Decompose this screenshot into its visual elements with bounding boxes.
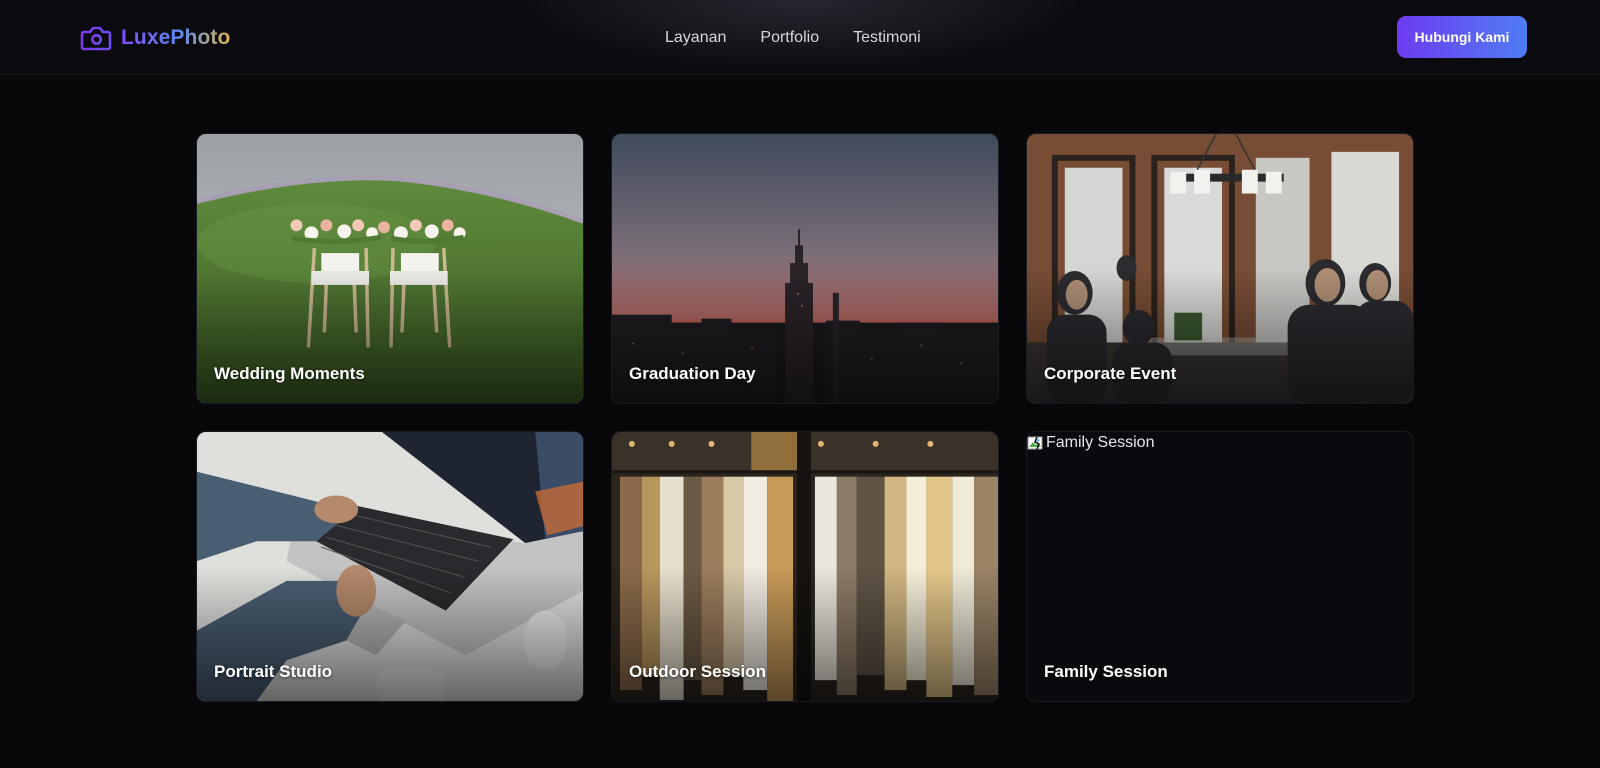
nav-link-portfolio[interactable]: Portfolio xyxy=(760,26,819,50)
brand-name: LuxePhoto xyxy=(121,26,231,49)
card-title: Wedding Moments xyxy=(214,364,365,383)
gallery-card-outdoor[interactable]: Outdoor Session xyxy=(611,431,999,702)
broken-image-icon xyxy=(1027,436,1043,450)
gallery-card-portrait[interactable]: Portrait Studio xyxy=(196,431,584,702)
card-title: Corporate Event xyxy=(1044,364,1177,383)
card-overlay xyxy=(612,134,998,403)
card-title: Graduation Day xyxy=(629,364,756,383)
card-overlay xyxy=(197,432,583,701)
navbar: LuxePhoto Layanan Portfolio Testimoni Hu… xyxy=(0,0,1600,75)
camera-icon xyxy=(80,26,112,51)
card-title: Family Session xyxy=(1044,662,1168,681)
gallery-card-family[interactable]: Family Session Family Session xyxy=(1026,431,1414,702)
nav-link-layanan[interactable]: Layanan xyxy=(665,26,726,50)
card-overlay xyxy=(612,432,998,701)
main-nav: Layanan Portfolio Testimoni xyxy=(665,26,921,50)
gallery-card-wedding[interactable]: Wedding Moments xyxy=(196,133,584,404)
brand-logo[interactable]: LuxePhoto xyxy=(80,23,230,53)
gallery-card-corporate[interactable]: Corporate Event xyxy=(1026,133,1414,404)
contact-button[interactable]: Hubungi Kami xyxy=(1397,16,1527,58)
portfolio-gallery: Wedding Moments Graduation Day Corporate… xyxy=(196,133,1414,702)
nav-link-testimoni[interactable]: Testimoni xyxy=(853,26,921,50)
card-overlay xyxy=(197,134,583,403)
card-title: Outdoor Session xyxy=(629,662,766,681)
card-title: Portrait Studio xyxy=(214,662,333,681)
broken-image-alt: Family Session xyxy=(1046,434,1155,451)
card-overlay xyxy=(1027,134,1413,403)
gallery-card-graduation[interactable]: Graduation Day xyxy=(611,133,999,404)
broken-image: Family Session xyxy=(1027,434,1154,452)
